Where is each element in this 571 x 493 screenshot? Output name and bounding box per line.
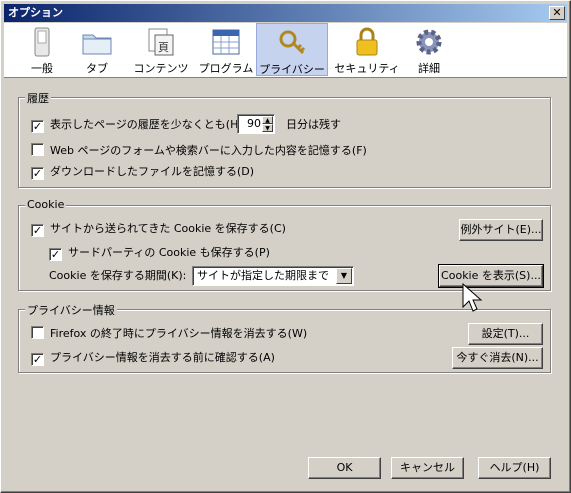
tab-label: タブ — [86, 62, 108, 75]
folder-tab-icon — [82, 34, 112, 55]
cookie-group-title: Cookie — [25, 198, 67, 211]
tab-advanced[interactable]: 詳細 — [397, 23, 461, 76]
accept-cookies-checkbox[interactable]: ✓ — [31, 224, 44, 237]
history-group-title: 履歴 — [25, 90, 51, 106]
content-page-icon: 頁 — [148, 28, 174, 56]
tab-label: セキュリティ — [334, 62, 400, 75]
options-toolbar: 一般 タブ 頁 コンテンツ プログラム プライバシー セキュリティ 詳細 — [4, 23, 567, 78]
tab-applications[interactable]: プログラム — [194, 23, 258, 76]
window-title: オプション — [8, 6, 63, 19]
clear-on-exit-checkbox[interactable] — [31, 326, 44, 339]
clear-on-exit-row[interactable]: Firefox の終了時にプライバシー情報を消去する(W) — [31, 326, 307, 342]
exceptions-button[interactable]: 例外サイト(E)... — [459, 219, 543, 241]
spinner-up-icon[interactable]: ▲ — [262, 116, 273, 124]
form-history-checkbox[interactable] — [31, 143, 44, 156]
tab-content[interactable]: 頁 コンテンツ — [129, 23, 193, 76]
accept-cookies-label: サイトから送られてきた Cookie を保存する(C) — [50, 222, 286, 235]
mouse-pointer-icon — [462, 283, 483, 312]
third-party-row[interactable]: ✓ サードパーティの Cookie も保存する(P) — [49, 245, 270, 261]
keep-until-select[interactable]: サイトが指定した期限まで ▼ — [192, 266, 354, 286]
tab-label: プライバシー — [259, 63, 325, 76]
clear-on-exit-label: Firefox の終了時にプライバシー情報を消去する(W) — [50, 327, 308, 340]
help-button[interactable]: ヘルプ(H) — [478, 457, 551, 479]
switch-icon — [34, 27, 50, 57]
lock-icon — [356, 27, 378, 56]
form-history-label: Web ページのフォームや検索バーに入力した内容を記憶する(F) — [50, 144, 367, 157]
download-history-label: ダウンロードしたファイルを記憶する(D) — [50, 165, 255, 178]
title-bar: オプション ✕ — [4, 4, 567, 22]
third-party-checkbox[interactable]: ✓ — [49, 248, 62, 261]
close-icon[interactable]: ✕ — [549, 6, 565, 20]
private-data-group-title: プライバシー情報 — [25, 302, 117, 318]
keep-until-value: サイトが指定した期限まで — [197, 269, 329, 282]
tab-label: プログラム — [198, 62, 254, 75]
accept-cookies-row[interactable]: ✓ サイトから送られてきた Cookie を保存する(C) — [31, 221, 286, 237]
form-history-row[interactable]: Web ページのフォームや検索バーに入力した内容を記憶する(F) — [31, 143, 367, 159]
chevron-down-icon[interactable]: ▼ — [336, 268, 352, 284]
spinner-down-icon[interactable]: ▼ — [262, 124, 273, 132]
keep-history-checkbox[interactable]: ✓ — [31, 120, 44, 133]
clear-now-button[interactable]: 今すぐ消去(N)... — [452, 347, 543, 369]
keep-history-suffix: 日分は残す — [286, 118, 341, 131]
cancel-button[interactable]: キャンセル — [391, 457, 464, 479]
settings-button[interactable]: 設定(T)... — [468, 323, 543, 345]
download-history-checkbox[interactable]: ✓ — [31, 167, 44, 180]
ask-before-checkbox[interactable]: ✓ — [31, 353, 44, 366]
spinner-buttons: ▲ ▼ — [262, 116, 273, 132]
history-days-value: 90 — [247, 117, 261, 130]
keep-until-label: Cookie を保存する期間(K): — [49, 269, 187, 282]
third-party-label: サードパーティの Cookie も保存する(P) — [68, 246, 270, 259]
options-window: オプション ✕ 一般 タブ 頁 コンテンツ プログラム プライバシー セキュリテ… — [0, 0, 571, 493]
tab-label: 詳細 — [418, 62, 440, 75]
history-days-spinner[interactable]: 90 ▲ ▼ — [237, 114, 275, 134]
svg-text:頁: 頁 — [158, 41, 169, 54]
tab-tabs[interactable]: タブ — [65, 23, 129, 76]
tab-security[interactable]: セキュリティ — [332, 23, 402, 76]
key-icon — [279, 30, 306, 55]
tab-label: コンテンツ — [133, 62, 189, 75]
download-history-row[interactable]: ✓ ダウンロードしたファイルを記憶する(D) — [31, 164, 254, 180]
show-cookies-button[interactable]: Cookie を表示(S)... — [438, 264, 544, 288]
gear-icon — [416, 29, 442, 55]
keep-history-label: 表示したページの履歴を少なくとも(H) — [50, 118, 243, 131]
ask-before-row[interactable]: ✓ プライバシー情報を消去する前に確認する(A) — [31, 350, 275, 366]
calendar-app-icon — [212, 29, 240, 55]
tab-privacy[interactable]: プライバシー — [256, 23, 328, 76]
ask-before-label: プライバシー情報を消去する前に確認する(A) — [50, 351, 275, 364]
ok-button[interactable]: OK — [308, 457, 381, 479]
keep-history-row[interactable]: ✓ 表示したページの履歴を少なくとも(H) — [31, 117, 243, 133]
